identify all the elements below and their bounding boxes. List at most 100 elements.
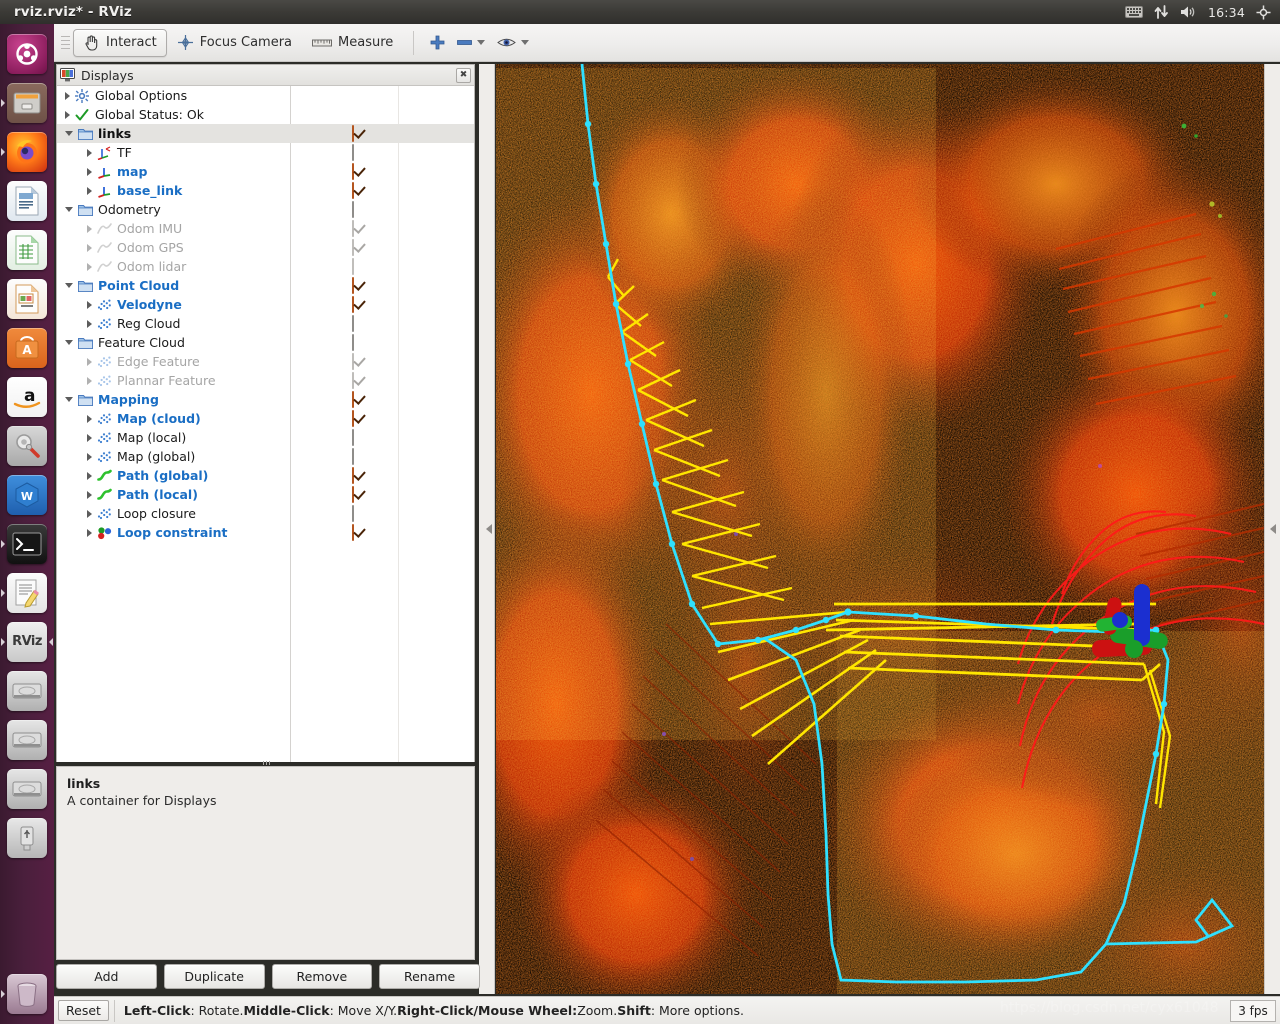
network-icon[interactable] [1154,5,1169,19]
chevron-right-icon[interactable] [65,110,70,119]
chevron-right-icon[interactable] [87,167,92,176]
power-gear-icon[interactable] [1256,4,1271,20]
tree-row-path-global[interactable]: Path (global) [57,466,474,485]
tree-row-path-local[interactable]: Path (local) [57,485,474,504]
chevron-right-icon[interactable] [87,357,92,366]
launcher-item-disk-3[interactable] [0,764,54,813]
tree-item-checkbox[interactable] [352,315,354,332]
tree-item-checkbox[interactable] [352,410,354,427]
tree-row-map-local[interactable]: Map (local) [57,428,474,447]
chevron-down-icon[interactable] [65,131,73,136]
keyboard-icon[interactable] [1124,6,1143,18]
chevron-right-icon[interactable] [87,243,92,252]
launcher-item-text-editor[interactable] [0,568,54,617]
remove-display-button[interactable]: Remove [271,964,373,989]
tree-row-global-options[interactable]: Global Options [57,86,474,105]
launcher-item-wps-office[interactable]: W [0,470,54,519]
chevron-right-icon[interactable] [87,224,92,233]
tree-row-base-link[interactable]: base_link [57,181,474,200]
tree-item-checkbox[interactable] [352,429,354,446]
chevron-right-icon[interactable] [87,433,92,442]
tree-row-reg-cloud[interactable]: Reg Cloud [57,314,474,333]
add-display-button[interactable]: Add [56,964,157,989]
tree-item-checkbox[interactable] [352,334,354,351]
launcher-item-ubuntu-dash[interactable] [0,29,54,78]
tree-row-map-cloud[interactable]: Map (cloud) [57,409,474,428]
launcher-item-firefox[interactable] [0,127,54,176]
launcher-item-amazon[interactable]: a [0,372,54,421]
clock[interactable]: 16:34 [1208,5,1245,20]
chevron-right-icon[interactable] [87,319,92,328]
reset-button[interactable]: Reset [58,1000,109,1021]
chevron-down-icon[interactable] [65,397,73,402]
launcher-item-files[interactable] [0,78,54,127]
tool-measure-button[interactable]: Measure [302,29,403,57]
launcher-item-usb-drive[interactable] [0,813,54,862]
chevron-right-icon[interactable] [87,262,92,271]
tree-row-odom-gps[interactable]: Odom GPS [57,238,474,257]
tree-row-odom-imu[interactable]: Odom IMU [57,219,474,238]
add-tool-button[interactable] [424,29,451,57]
tree-row-global-status-ok[interactable]: Global Status: Ok [57,105,474,124]
tree-item-checkbox[interactable] [352,277,354,294]
tree-row-map[interactable]: map [57,162,474,181]
tree-item-checkbox[interactable] [352,144,354,161]
tree-item-checkbox[interactable] [352,182,354,199]
panel-splitter-handle[interactable] [255,760,277,765]
visibility-tool-button[interactable] [491,29,535,57]
tree-row-loop-closure[interactable]: Loop closure [57,504,474,523]
tool-focus-camera-button[interactable]: Focus Camera [167,29,302,57]
duplicate-display-button[interactable]: Duplicate [163,964,265,989]
tree-item-checkbox[interactable] [352,448,354,465]
chevron-right-icon[interactable] [87,414,92,423]
launcher-item-terminal[interactable] [0,519,54,568]
chevron-right-icon[interactable] [87,528,92,537]
tree-item-checkbox[interactable] [352,296,354,313]
launcher-item-system-settings[interactable] [0,421,54,470]
tree-item-checkbox[interactable] [352,163,354,180]
chevron-down-icon[interactable] [65,283,73,288]
launcher-item-trash[interactable] [0,969,54,1018]
tree-item-checkbox[interactable] [352,505,354,522]
3d-render-view[interactable] [496,64,1264,994]
chevron-right-icon[interactable] [87,148,92,157]
launcher-item-disk-2[interactable] [0,715,54,764]
displays-tree[interactable]: Global Options Global Status: Ok links TF ma… [57,86,474,762]
rename-display-button[interactable]: Rename [379,964,480,989]
tree-row-plannar-feature[interactable]: Plannar Feature [57,371,474,390]
visibility-tool-chevron-down-icon[interactable] [521,40,530,45]
chevron-down-icon[interactable] [65,207,73,212]
tree-row-odom-lidar[interactable]: Odom lidar [57,257,474,276]
launcher-item-disk-1[interactable] [0,666,54,715]
tree-row-point-cloud[interactable]: Point Cloud [57,276,474,295]
tree-row-mapping[interactable]: Mapping [57,390,474,409]
tree-row-edge-feature[interactable]: Edge Feature [57,352,474,371]
tree-item-checkbox[interactable] [352,486,354,503]
close-icon[interactable]: ✖ [456,67,471,83]
chevron-right-icon[interactable] [87,376,92,385]
collapse-right-panel-button[interactable] [1268,522,1278,536]
collapse-left-panel-button[interactable] [484,522,494,536]
chevron-down-icon[interactable] [65,340,73,345]
tree-row-loop-constraint[interactable]: Loop constraint [57,523,474,542]
tree-item-checkbox[interactable] [352,125,354,142]
tree-item-checkbox[interactable] [352,467,354,484]
tree-item-checkbox[interactable] [352,391,354,408]
chevron-right-icon[interactable] [87,186,92,195]
tree-item-checkbox[interactable] [352,524,354,541]
launcher-item-software-center[interactable]: A [0,323,54,372]
remove-tool-button[interactable] [451,29,491,57]
tree-row-velodyne[interactable]: Velodyne [57,295,474,314]
launcher-item-libreoffice-impress[interactable] [0,274,54,323]
tree-row-links[interactable]: links [57,124,474,143]
launcher-item-rviz[interactable]: RViz [0,617,54,666]
chevron-right-icon[interactable] [87,471,92,480]
tree-row-tf[interactable]: TF [57,143,474,162]
tree-row-feature-cloud[interactable]: Feature Cloud [57,333,474,352]
toolbar-drag-handle[interactable] [61,32,70,54]
launcher-item-libreoffice-writer[interactable] [0,176,54,225]
chevron-right-icon[interactable] [87,490,92,499]
remove-tool-chevron-down-icon[interactable] [477,40,486,45]
tree-item-checkbox[interactable] [352,201,354,218]
launcher-item-libreoffice-calc[interactable] [0,225,54,274]
